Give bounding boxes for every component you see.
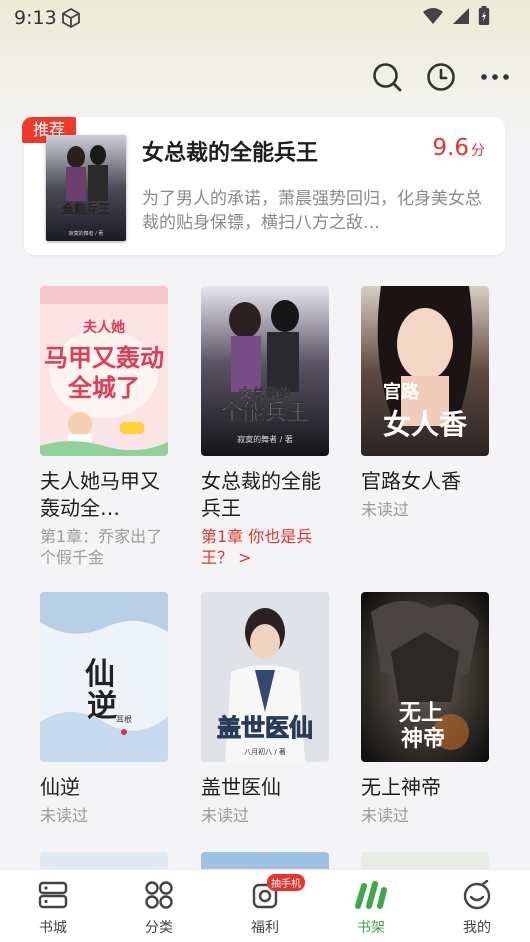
book-item[interactable]: 女总裁的 全能兵王 寂寞的舞者 / 著 女总裁的全能兵王 第1章 你也是兵王？ … bbox=[201, 286, 329, 568]
book-progress: 未读过 bbox=[40, 806, 89, 825]
book-item[interactable]: 盖世医仙 八月初八 / 著 盖世医仙 未读过 bbox=[201, 592, 329, 826]
svg-text:神帝: 神帝 bbox=[401, 726, 445, 752]
book-title: 夫人她马甲又轰动全… bbox=[40, 469, 160, 520]
score-value: 9.6 bbox=[432, 135, 469, 161]
recommend-title: 女总裁的全能兵王 bbox=[142, 141, 319, 166]
tab-category[interactable]: 分类 bbox=[123, 880, 195, 937]
bookstore-icon bbox=[37, 880, 69, 914]
book-item[interactable]: 无上 神帝 无上神帝 未读过 bbox=[361, 592, 489, 826]
svg-text:仙: 仙 bbox=[85, 657, 115, 692]
book-cover[interactable]: 女总裁的 全能兵王 寂寞的舞者 / 著 bbox=[201, 286, 329, 456]
tab-bookstore[interactable]: 书城 bbox=[17, 880, 89, 937]
book-title: 无上神帝 bbox=[361, 775, 441, 799]
book-progress: 未读过 bbox=[361, 806, 410, 825]
book-item[interactable]: 夫人她 马甲又轰动 全城了 夫人她马甲又轰动全… 第1章：乔家出了个假千金 bbox=[40, 286, 168, 568]
svg-text:全城了: 全城了 bbox=[67, 374, 140, 402]
bookshelf-page: 9:13 推荐 全能兵王 寂寞的舞者 / 著 女总裁的全能兵王 9.6 分 为了… bbox=[0, 0, 530, 942]
svg-text:耳根: 耳根 bbox=[116, 714, 132, 724]
tab-label: 分类 bbox=[145, 920, 173, 936]
tab-label: 我的 bbox=[463, 920, 491, 936]
recommend-card[interactable]: 推荐 全能兵王 寂寞的舞者 / 著 女总裁的全能兵王 9.6 分 为了男人的承诺，… bbox=[22, 117, 505, 255]
tab-badge: 抽手机 bbox=[267, 874, 305, 891]
book-cover[interactable]: 盖世医仙 八月初八 / 著 bbox=[201, 592, 329, 762]
category-icon bbox=[143, 880, 175, 914]
svg-text:女总裁的: 女总裁的 bbox=[239, 386, 291, 402]
book-cover[interactable]: 夫人她 马甲又轰动 全城了 bbox=[40, 286, 168, 456]
tab-profile[interactable]: 我的 bbox=[441, 879, 513, 937]
tab-label: 福利 bbox=[251, 920, 279, 936]
search-icon[interactable] bbox=[372, 60, 402, 94]
svg-text:八月初八 / 著: 八月初八 / 著 bbox=[244, 747, 286, 756]
book-progress[interactable]: 第1章 你也是兵王？ > bbox=[201, 526, 329, 568]
book-cover[interactable]: 无上 神帝 bbox=[361, 592, 489, 762]
cube-icon bbox=[60, 7, 82, 33]
svg-text:夫人她: 夫人她 bbox=[83, 319, 125, 336]
score-unit: 分 bbox=[471, 143, 485, 159]
svg-text:无上: 无上 bbox=[399, 700, 443, 726]
bottom-tab-bar: 书城 分类 抽手机 福利 书架 我的 bbox=[0, 869, 530, 942]
book-title: 女总裁的全能兵王 bbox=[201, 469, 321, 520]
book-item[interactable]: 仙 逆 耳根 仙逆 未读过 bbox=[40, 592, 168, 826]
profile-icon bbox=[461, 879, 493, 914]
book-progress: 第1章：乔家出了个假千金 bbox=[40, 527, 163, 567]
tab-bookshelf[interactable]: 书架 bbox=[335, 880, 407, 937]
tab-label: 书城 bbox=[39, 920, 67, 936]
signal-icon bbox=[452, 7, 470, 29]
svg-text:女人香: 女人香 bbox=[383, 408, 467, 441]
svg-text:寂寞的舞者 / 著: 寂寞的舞者 / 著 bbox=[69, 230, 104, 237]
status-icons bbox=[422, 6, 490, 30]
bookshelf-icon bbox=[354, 880, 388, 914]
recommend-book-cover[interactable]: 全能兵王 寂寞的舞者 / 著 bbox=[46, 135, 126, 241]
history-clock-icon[interactable] bbox=[426, 60, 456, 94]
battery-icon bbox=[478, 6, 490, 30]
wifi-icon bbox=[422, 7, 444, 29]
book-title: 仙逆 bbox=[40, 775, 80, 799]
header-actions bbox=[372, 60, 510, 94]
book-title: 盖世医仙 bbox=[201, 775, 281, 799]
svg-text:官路: 官路 bbox=[383, 381, 420, 403]
book-item[interactable]: 官路 女人香 官路女人香 未读过 bbox=[361, 286, 489, 520]
recommend-description: 为了男人的承诺，萧晨强势回归，化身美女总裁的贴身保镖，横扫八方之敌… bbox=[142, 189, 482, 233]
book-progress: 未读过 bbox=[201, 806, 250, 825]
tab-welfare[interactable]: 抽手机 福利 bbox=[229, 874, 305, 937]
svg-text:寂寞的舞者 / 著: 寂寞的舞者 / 著 bbox=[237, 434, 293, 444]
book-cover[interactable]: 仙 逆 耳根 bbox=[40, 592, 168, 762]
svg-text:逆: 逆 bbox=[87, 689, 117, 724]
more-icon[interactable] bbox=[480, 60, 510, 94]
tab-label: 书架 bbox=[357, 920, 385, 936]
recommend-score: 9.6 分 bbox=[432, 135, 485, 161]
book-title: 官路女人香 bbox=[361, 469, 461, 493]
status-bar: 9:13 bbox=[0, 0, 530, 36]
svg-text:盖世医仙: 盖世医仙 bbox=[217, 714, 313, 742]
svg-text:马甲又轰动: 马甲又轰动 bbox=[44, 344, 164, 372]
svg-text:全能兵王: 全能兵王 bbox=[220, 400, 309, 426]
status-time: 9:13 bbox=[14, 7, 57, 29]
book-progress: 未读过 bbox=[361, 500, 410, 519]
book-cover[interactable]: 官路 女人香 bbox=[361, 286, 489, 456]
svg-text:全能兵王: 全能兵王 bbox=[61, 201, 110, 216]
